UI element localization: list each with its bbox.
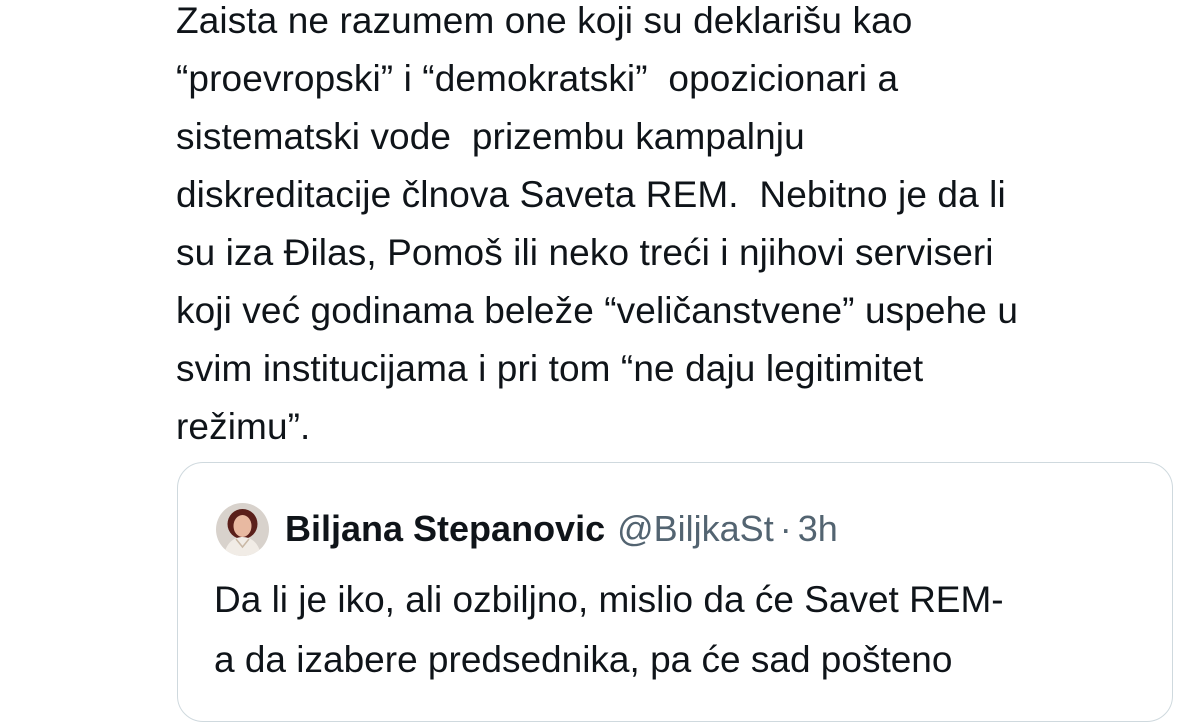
tweet-text-line: “proevropski” i “demokratski” opoziciona… (176, 58, 899, 99)
avatar[interactable] (216, 502, 269, 556)
quoted-author-name[interactable]: Biljana Stepanovic (285, 508, 605, 550)
separator-dot: · (779, 508, 792, 549)
quoted-tweet-card[interactable]: Biljana Stepanovic @BiljkaSt · 3h Da li … (177, 462, 1173, 722)
tweet-text: Zaista ne razumem one koji su deklarišu … (176, 0, 1186, 456)
quoted-tweet-text-line: Da li je iko, ali ozbiljno, mislio da će… (214, 579, 1004, 620)
tweet-text-line: Zaista ne razumem one koji su deklarišu … (176, 0, 913, 41)
quoted-author-handle[interactable]: @BiljkaSt (617, 508, 774, 550)
tweet-text-line: sistematski vode prizembu kampalnju (176, 116, 805, 157)
tweet-text-line: režimu”. (176, 406, 311, 447)
quoted-tweet-text-line: a da izabere predsednika, pa će sad pošt… (214, 639, 953, 680)
tweet-text-line: svim institucijama i pri tom “ne daju le… (176, 348, 924, 389)
quoted-tweet-timestamp[interactable]: 3h (798, 508, 838, 550)
tweet-text-line: diskreditacije člnova Saveta REM. Nebitn… (176, 174, 1006, 215)
tweet-text-line: su iza Đilas, Pomoš ili neko treći i nji… (176, 232, 994, 273)
tweet-text-line: koji već godinama beleže “veličanstvene”… (176, 290, 1019, 331)
quoted-tweet-text: Da li je iko, ali ozbiljno, mislio da će… (214, 570, 1154, 690)
profile-photo-icon (216, 502, 269, 556)
quoted-tweet-header: Biljana Stepanovic @BiljkaSt · 3h (216, 501, 838, 557)
